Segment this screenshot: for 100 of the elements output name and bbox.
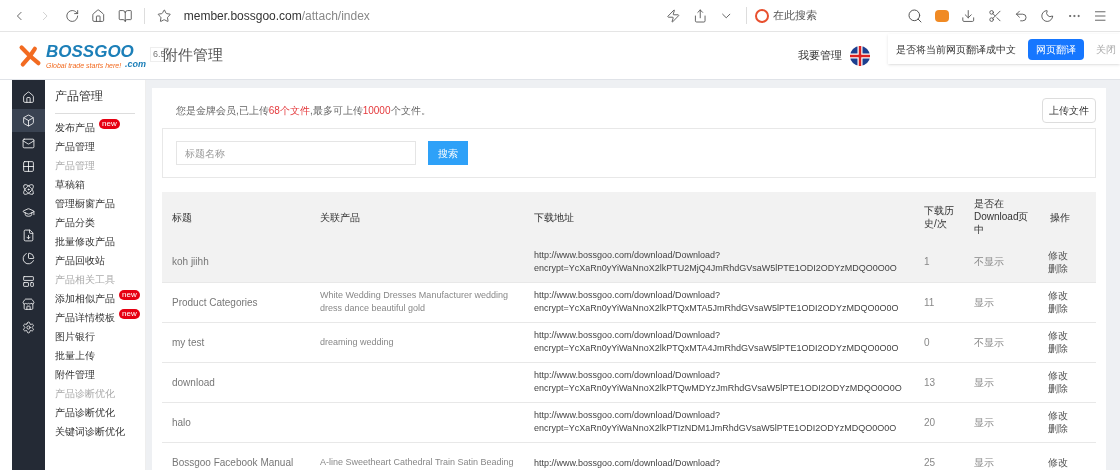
star-icon[interactable] bbox=[157, 7, 172, 24]
manage-link[interactable]: 我要管理 bbox=[798, 47, 842, 64]
sidebar-link[interactable]: 批量上传 bbox=[55, 348, 95, 363]
display-status: 显示 bbox=[974, 456, 994, 468]
edit-link[interactable]: 修改 bbox=[1048, 369, 1088, 382]
title-cell: download bbox=[172, 376, 215, 388]
column-header: 是否在Download页中 bbox=[974, 197, 1030, 236]
sidebar-link[interactable]: 管理橱窗产品 bbox=[55, 196, 115, 211]
product-cell-text: dreaming wedding bbox=[320, 335, 395, 349]
rail-item[interactable] bbox=[12, 109, 45, 132]
sidebar-title: 产品管理 bbox=[55, 87, 135, 114]
display-status: 显示 bbox=[974, 296, 994, 308]
sidebar-link[interactable]: 关键词诊断优化 bbox=[55, 424, 125, 439]
download-icon[interactable] bbox=[961, 7, 976, 24]
sidebar-link[interactable]: 产品分类 bbox=[55, 215, 95, 230]
delete-link[interactable]: 删除 bbox=[1048, 342, 1088, 355]
table-row[interactable]: Bossgoo Facebook Manual A-line Sweetheart Cathedral Train Satin Beading http://www.bossgoo.com/download/Download? 25 显示 修改 bbox=[162, 442, 1096, 470]
title-cell: Bossgoo Facebook Manual bbox=[172, 456, 294, 468]
sidebar-link[interactable]: 产品回收站 bbox=[55, 253, 105, 268]
translate-prompt: 是否将当前网页翻译成中文 bbox=[896, 42, 1016, 57]
new-badge: new bbox=[119, 289, 140, 300]
home-icon bbox=[22, 91, 35, 104]
home-icon[interactable] bbox=[91, 7, 106, 24]
display-status: 不显示 bbox=[974, 256, 1004, 268]
download-count: 13 bbox=[924, 376, 936, 388]
sidebar-link[interactable]: 图片银行 bbox=[55, 329, 95, 344]
download-url: http://www.bossgoo.com/download/Download? encrypt=YcXaRn0yYiWaNnoX2lkPTQwMDYzJmRhdGVsaW5lPTE1ODI2ODYzMDQO0O0O bbox=[534, 369, 902, 395]
download-url: http://www.bossgoo.com/download/Download? encrypt=YcXaRn0yYiWaNnoX2lkPTU2MjQ4JmRhdGVsaW5lPTE1ODI2ODYzMDQO0O0O bbox=[534, 248, 897, 275]
grid-icon bbox=[22, 160, 35, 173]
table-row[interactable]: my test dreaming wedding http://www.bossgoo.com/download/Download? encrypt=YcXaRn0yYiWaNnoX2lkPTQxMTA4JmRhdGVsaW5lPTE1ODI2ODYzMDQO0O0O 0 不显示 修改 删除 bbox=[162, 322, 1096, 362]
sidebar-link[interactable]: 发布产品 bbox=[55, 120, 95, 135]
download-count: 0 bbox=[924, 336, 930, 348]
layout-icon bbox=[22, 275, 35, 288]
search-engine-icon[interactable] bbox=[754, 8, 769, 23]
edit-link[interactable]: 修改 bbox=[1048, 409, 1088, 422]
download-count: 1 bbox=[924, 256, 930, 268]
sidebar-group-label: 产品相关工具 bbox=[55, 273, 115, 287]
sidebar-link[interactable]: 产品诊断优化 bbox=[55, 405, 115, 420]
browser-search-field[interactable]: 在此搜索 bbox=[772, 7, 903, 24]
title-cell: Product Categories bbox=[172, 296, 258, 308]
settings-icon bbox=[22, 321, 35, 334]
moon-icon[interactable] bbox=[1040, 7, 1055, 24]
graduation-cap-icon bbox=[22, 206, 35, 219]
display-status: 显示 bbox=[974, 416, 994, 428]
title-cell: halo bbox=[172, 416, 191, 428]
delete-link[interactable]: 删除 bbox=[1048, 261, 1088, 275]
product-cell-text: White Wedding Dresses Manufacturer wedding dress dance beautiful gold bbox=[320, 289, 509, 315]
cube-icon bbox=[22, 114, 35, 127]
translate-button[interactable]: 网页翻译 bbox=[1028, 38, 1084, 60]
sidebar-link[interactable]: 产品管理 bbox=[55, 139, 95, 154]
atom-icon bbox=[22, 183, 35, 196]
sidebar-link[interactable]: 添加相似产品 bbox=[55, 291, 115, 306]
column-header: 下载历史/次 bbox=[924, 203, 955, 230]
product-cell: A-line Sweetheart Cathedral Train Satin Beading bbox=[320, 455, 514, 469]
edit-link[interactable]: 修改 bbox=[1048, 329, 1088, 342]
logo-text: BOSSGOO bbox=[46, 42, 135, 60]
search-icon[interactable] bbox=[906, 7, 923, 24]
address-field[interactable]: member.bossgoo.com/attach/index bbox=[183, 6, 655, 25]
scissors-icon[interactable] bbox=[987, 7, 1002, 24]
table-row[interactable]: koh jiihh http://www.bossgoo.com/download/Download? encrypt=YcXaRn0yYiWaNnoX2lkPTU2MjQ4JmRhdGVsaW5lPTE1ODI2ODYzMDQO0O0O 1 不显示 修改 删除 bbox=[162, 242, 1096, 282]
new-badge: new bbox=[99, 118, 120, 129]
sidebar-group-label: 产品管理 bbox=[55, 159, 95, 173]
new-badge: new bbox=[119, 308, 140, 319]
logo-figure-icon bbox=[18, 43, 42, 68]
quota-notice: 您是金牌会员,已上传68个文件,最多可上传10000个文件。 bbox=[176, 104, 431, 118]
column-header: 关联产品 bbox=[320, 210, 360, 224]
download-url: http://www.bossgoo.com/download/Download? bbox=[534, 456, 721, 470]
sidebar-link[interactable]: 批量修改产品 bbox=[55, 234, 115, 249]
download-count: 20 bbox=[924, 416, 936, 428]
edit-link[interactable]: 修改 bbox=[1048, 455, 1088, 469]
download-url: http://www.bossgoo.com/download/Download? encrypt=YcXaRn0yYiWaNnoX2lkPTQxMTA4JmRhdGVsaW5lPTE1ODI2ODYzMDQO0O0O bbox=[534, 329, 899, 355]
title-cell: my test bbox=[172, 336, 205, 348]
sidebar-link[interactable]: 产品详情模板 bbox=[55, 310, 115, 325]
table-row[interactable]: download http://www.bossgoo.com/download/Download? encrypt=YcXaRn0yYiWaNnoX2lkPTQwMDYzJmRhdGVsaW5lPTE1ODI2ODYzMDQO0O0O 13 显示 修改 删除 bbox=[162, 362, 1096, 402]
edit-link[interactable]: 修改 bbox=[1048, 289, 1088, 302]
display-status: 不显示 bbox=[974, 336, 1004, 348]
download-count: 11 bbox=[924, 296, 935, 308]
display-status: 显示 bbox=[974, 376, 994, 388]
share-icon[interactable] bbox=[692, 7, 708, 24]
download-count: 25 bbox=[924, 456, 936, 468]
download-url: http://www.bossgoo.com/download/Download? encrypt=YcXaRn0yYiWaNnoX2lkPTIzNDM1JmRhdGVsaW5lPTE1ODI2ODYzMDQO0O0O bbox=[534, 409, 897, 435]
title-search-field[interactable]: 标题名称 bbox=[176, 141, 416, 165]
lightning-icon[interactable] bbox=[666, 7, 681, 24]
mail-icon bbox=[22, 137, 35, 150]
sidebar-link[interactable]: 附件管理 bbox=[55, 367, 95, 382]
column-header: 下载地址 bbox=[534, 210, 574, 224]
sidebar-link[interactable]: 草稿箱 bbox=[55, 177, 85, 192]
column-header: 标题 bbox=[172, 210, 192, 224]
delete-link[interactable]: 删除 bbox=[1048, 382, 1088, 395]
table-row[interactable]: halo http://www.bossgoo.com/download/Download? encrypt=YcXaRn0yYiWaNnoX2lkPTIzNDM1JmRhdGVsaW5lPTE1ODI2ODYzMDQO0O0O 20 显示 修改 删除 bbox=[162, 402, 1096, 442]
delete-link[interactable]: 删除 bbox=[1048, 302, 1088, 315]
edit-link[interactable]: 修改 bbox=[1048, 248, 1088, 262]
flag-icon[interactable] bbox=[850, 45, 870, 66]
pie-chart-icon bbox=[22, 252, 35, 265]
upload-button[interactable]: 上传文件 bbox=[1042, 98, 1096, 123]
reload-icon[interactable] bbox=[64, 7, 80, 24]
book-icon[interactable] bbox=[117, 7, 133, 24]
gamepad-icon[interactable] bbox=[934, 9, 950, 22]
delete-link[interactable]: 删除 bbox=[1048, 422, 1088, 435]
logo-domain: .com bbox=[125, 59, 147, 69]
